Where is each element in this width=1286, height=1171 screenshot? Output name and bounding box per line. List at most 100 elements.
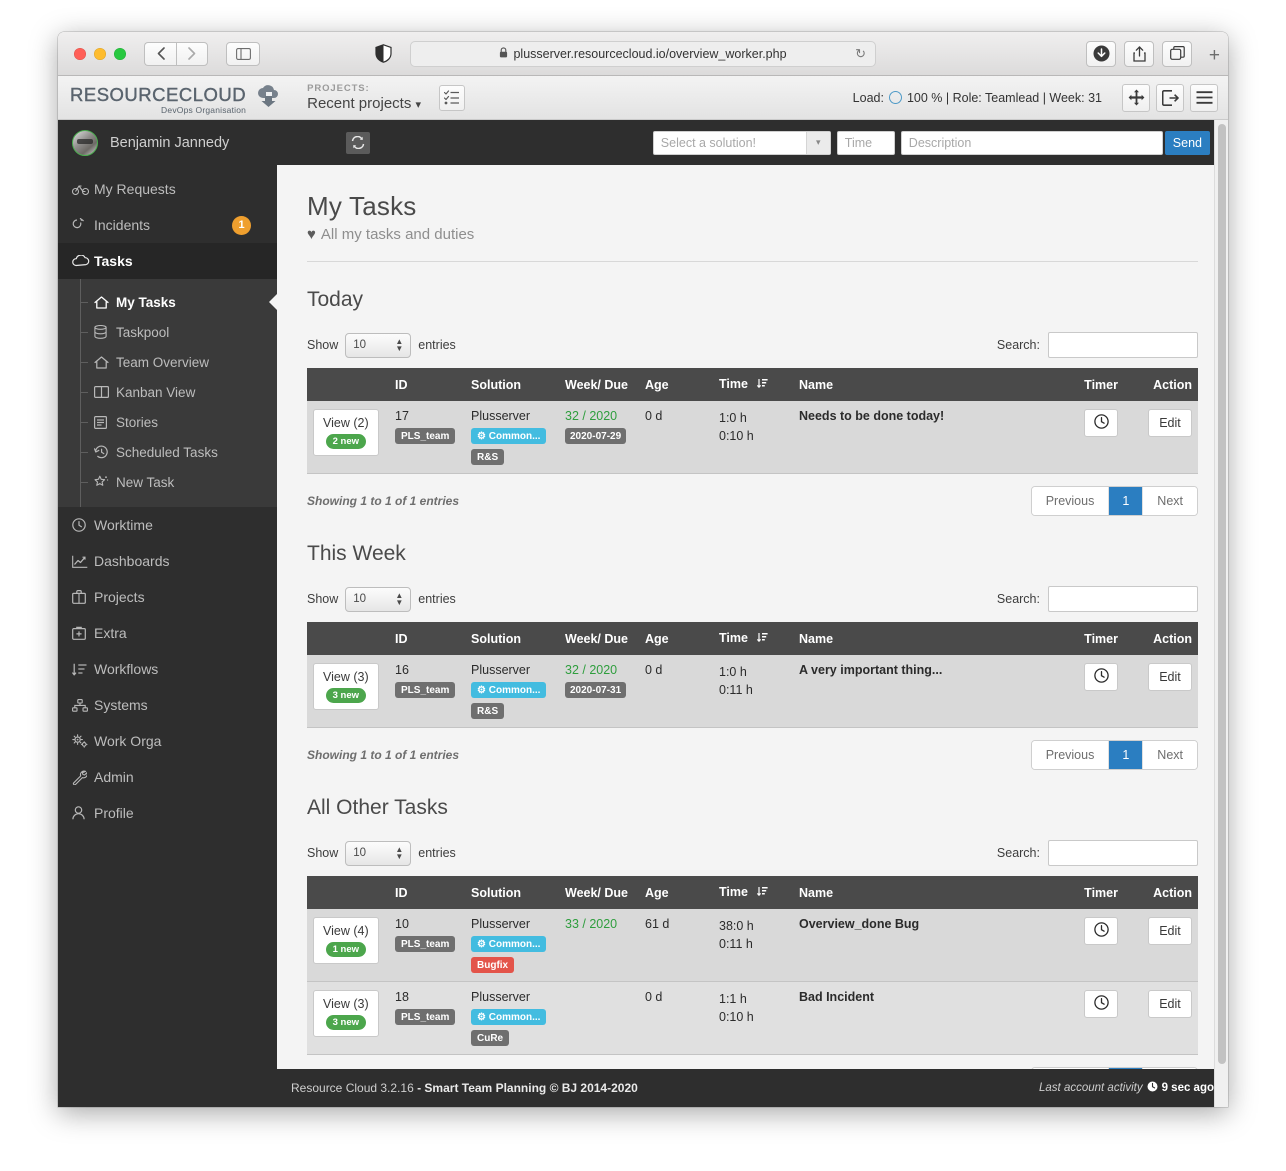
timer-button[interactable] <box>1084 917 1118 945</box>
chevron-down-icon[interactable]: ▾ <box>805 131 830 154</box>
sidebar-item-extra[interactable]: Extra <box>58 615 277 651</box>
search-input[interactable] <box>1048 840 1198 866</box>
timer-button[interactable] <box>1084 990 1118 1018</box>
pagination-page-1[interactable]: 1 <box>1109 741 1144 769</box>
time-input[interactable]: Time <box>836 130 895 155</box>
sidebar-item-worktime[interactable]: Worktime <box>58 507 277 543</box>
reload-icon[interactable]: ↻ <box>855 46 866 62</box>
timer-button[interactable] <box>1084 409 1118 437</box>
timer-button[interactable] <box>1084 663 1118 691</box>
pagination-next[interactable]: Next <box>1143 741 1197 769</box>
sidebar-item-workflows[interactable]: Workflows <box>58 651 277 687</box>
sidebar-item-tasks[interactable]: Tasks <box>58 243 277 279</box>
sidebar-item-new-task[interactable]: New Task <box>58 467 277 497</box>
search-input[interactable] <box>1048 332 1198 358</box>
column-header-time[interactable]: Time <box>713 876 793 909</box>
search-input[interactable] <box>1048 586 1198 612</box>
stepper-arrows-icon: ▲ ▼ <box>395 845 404 861</box>
download-icon[interactable] <box>1086 40 1116 67</box>
sidebar-toggle-icon[interactable] <box>226 41 260 66</box>
app-logo[interactable]: RESOURCECLOUD DevOps Organisation <box>70 81 280 114</box>
column-header-name[interactable]: Name <box>793 622 1040 655</box>
avatar[interactable] <box>72 129 98 156</box>
tabs-overview-icon[interactable] <box>1162 40 1192 67</box>
column-header-age[interactable]: Age <box>639 876 713 909</box>
fire-extinguisher-icon <box>72 217 94 233</box>
column-header-id[interactable]: ID <box>389 876 465 909</box>
share-icon[interactable] <box>1124 40 1154 67</box>
sidebar-item-scheduled-tasks[interactable]: Scheduled Tasks <box>58 437 277 467</box>
column-header-solution[interactable]: Solution <box>465 622 559 655</box>
view-button[interactable]: View (3) 3 new <box>313 990 379 1037</box>
address-bar[interactable]: plusserver.resourcecloud.io/overview_wor… <box>410 40 876 67</box>
sidebar-item-profile[interactable]: Profile <box>58 795 277 831</box>
sidebar-item-my-tasks[interactable]: My Tasks <box>58 287 278 317</box>
edit-button[interactable]: Edit <box>1148 409 1192 437</box>
edit-button[interactable]: Edit <box>1148 917 1192 945</box>
sidebar-item-admin[interactable]: Admin <box>58 759 277 795</box>
send-button[interactable]: Send <box>1164 130 1210 155</box>
sidebar-item-kanban-view[interactable]: Kanban View <box>58 377 277 407</box>
sidebar-item-label: Admin <box>94 769 134 785</box>
edit-button[interactable]: Edit <box>1148 990 1192 1018</box>
column-header-name[interactable]: Name <box>793 876 1040 909</box>
checklist-icon[interactable] <box>439 84 466 111</box>
column-header-action: Action <box>1124 876 1198 909</box>
move-arrows-icon[interactable] <box>1122 83 1150 112</box>
new-tab-button[interactable]: + <box>1209 45 1220 67</box>
sidebar-item-work-orga[interactable]: Work Orga <box>58 723 277 759</box>
cell-action: Edit <box>1124 401 1198 474</box>
logout-icon[interactable] <box>1156 83 1184 112</box>
pagination-previous[interactable]: Previous <box>1031 487 1110 515</box>
back-button[interactable] <box>144 41 176 66</box>
table-row[interactable]: View (3) 3 new 18 PLS_team Plusserver ⚙ … <box>307 981 1198 1055</box>
sidebar-item-dashboards[interactable]: Dashboards <box>58 543 277 579</box>
minimize-window-button[interactable] <box>94 47 106 60</box>
refresh-icon[interactable] <box>346 131 370 154</box>
search-label: Search: <box>996 338 1040 352</box>
sidebar-item-projects[interactable]: Projects <box>58 579 277 615</box>
projects-selector[interactable]: PROJECTS: Recent projects ▾ <box>307 83 421 112</box>
column-header-time[interactable]: Time <box>713 622 793 655</box>
description-input[interactable]: Description <box>900 130 1163 155</box>
page-size-select[interactable]: 10 ▲ ▼ <box>345 840 412 866</box>
view-button[interactable]: View (2) 2 new <box>313 409 379 456</box>
column-header-week-due[interactable]: Week/ Due <box>559 622 639 655</box>
forward-button[interactable] <box>176 41 208 66</box>
sidebar-item-systems[interactable]: Systems <box>58 687 277 723</box>
show-label: Show <box>307 846 339 860</box>
sidebar-item-taskpool[interactable]: Taskpool <box>58 317 277 347</box>
pagination-page-1[interactable]: 1 <box>1109 487 1144 515</box>
page-scrollbar[interactable] <box>1214 120 1228 1107</box>
column-header-solution[interactable]: Solution <box>465 368 559 401</box>
table-row[interactable]: View (3) 3 new 16 PLS_team Plusserver ⚙ … <box>307 655 1198 728</box>
edit-button[interactable]: Edit <box>1148 663 1192 691</box>
close-window-button[interactable] <box>74 47 86 60</box>
view-button[interactable]: View (4) 1 new <box>313 917 379 964</box>
column-header-week-due[interactable]: Week/ Due <box>559 368 639 401</box>
column-header-id[interactable]: ID <box>389 622 465 655</box>
page-size-select[interactable]: 10 ▲ ▼ <box>345 332 412 358</box>
column-header-id[interactable]: ID <box>389 368 465 401</box>
column-header-age[interactable]: Age <box>639 368 713 401</box>
pagination-previous[interactable]: Previous <box>1031 741 1110 769</box>
sidebar-item-incidents[interactable]: Incidents 1 <box>58 207 277 243</box>
column-header-age[interactable]: Age <box>639 622 713 655</box>
column-header-solution[interactable]: Solution <box>465 876 559 909</box>
view-button[interactable]: View (3) 3 new <box>313 663 379 710</box>
maximize-window-button[interactable] <box>114 47 126 60</box>
shield-icon[interactable] <box>368 41 398 67</box>
page-size-select[interactable]: 10 ▲ ▼ <box>345 586 412 612</box>
sidebar-item-team-overview[interactable]: Team Overview <box>58 347 277 377</box>
column-header-name[interactable]: Name <box>793 368 1040 401</box>
table-row[interactable]: View (4) 1 new 10 PLS_team Plusserver ⚙ … <box>307 909 1198 982</box>
column-header-time[interactable]: Time <box>713 368 793 401</box>
table-row[interactable]: View (2) 2 new 17 PLS_team Plusserver ⚙ … <box>307 401 1198 474</box>
hamburger-menu-icon[interactable] <box>1190 83 1218 112</box>
pagination-next[interactable]: Next <box>1143 487 1197 515</box>
column-header-week-due[interactable]: Week/ Due <box>559 876 639 909</box>
solution-select[interactable]: Select a solution! ▾ <box>652 130 831 155</box>
scrollbar-thumb[interactable] <box>1218 124 1226 1064</box>
sidebar-item-my-requests[interactable]: My Requests <box>58 171 277 207</box>
sidebar-item-stories[interactable]: Stories <box>58 407 277 437</box>
